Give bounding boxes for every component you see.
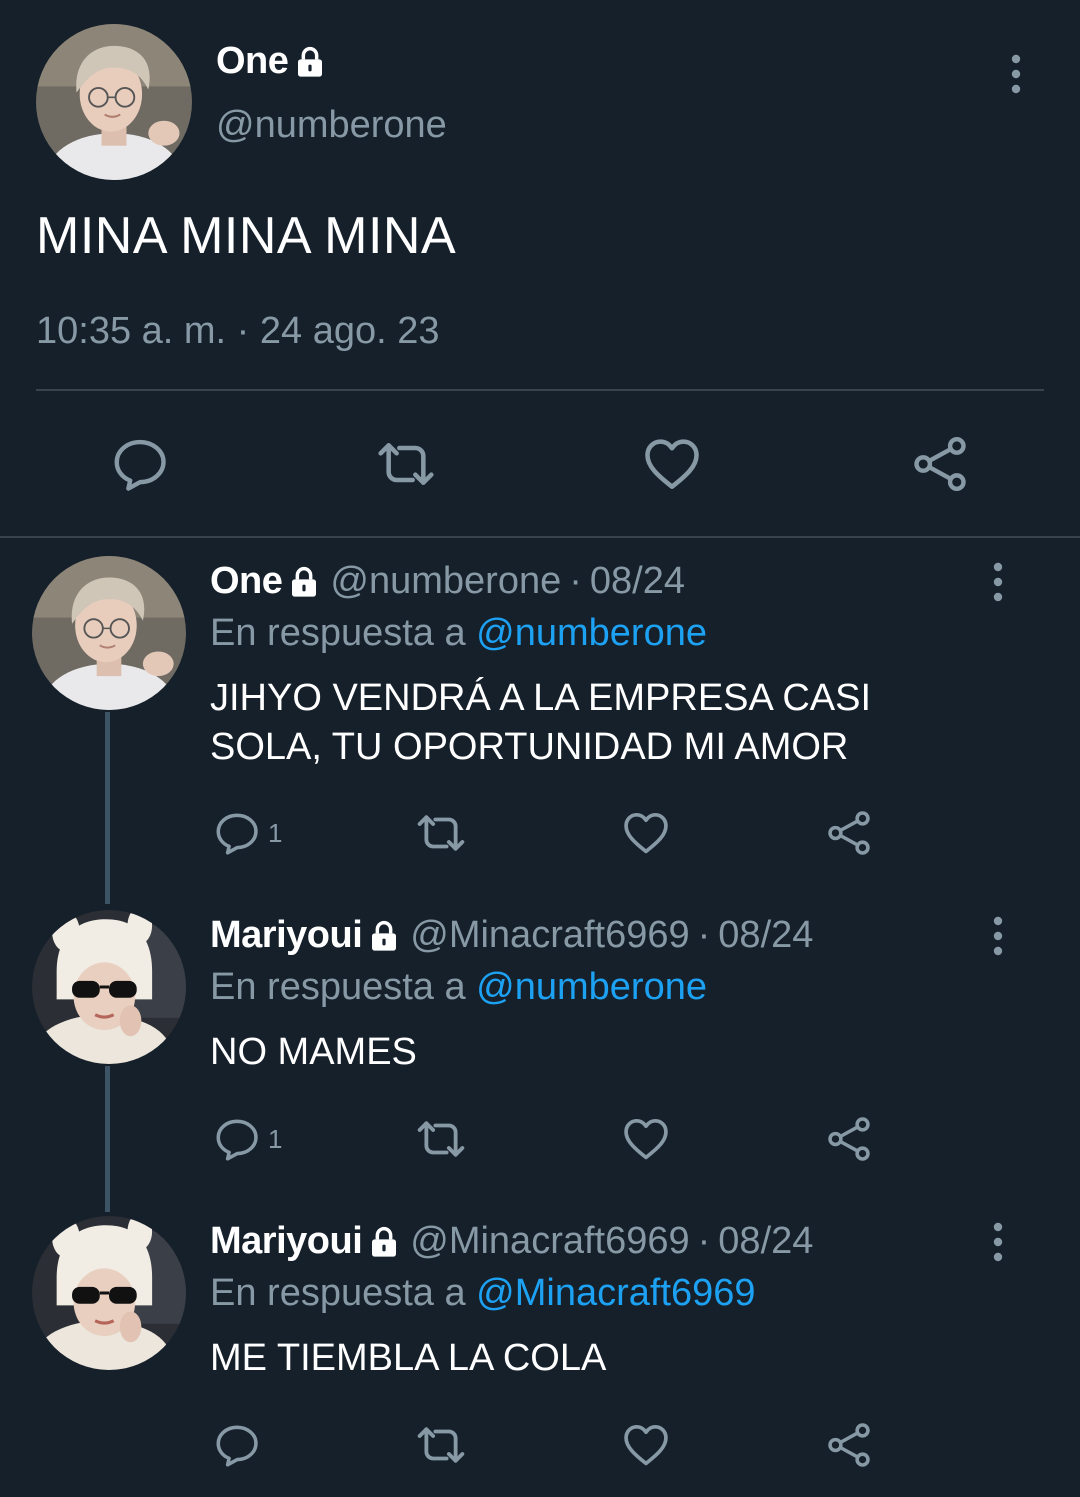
avatar-image [32, 910, 186, 1064]
reply-context: En respuesta a @numberone [210, 612, 707, 655]
reply-context: En respuesta a @Minacraft6969 [210, 1272, 756, 1315]
more-vertical-icon [992, 1222, 1004, 1262]
author-name-label: One [216, 40, 289, 82]
reply-button[interactable] [108, 432, 172, 496]
tweet-text: MINA MINA MINA [36, 207, 457, 265]
reply-icon [212, 1114, 262, 1164]
author-handle[interactable]: @numberone [216, 104, 447, 147]
avatar[interactable] [32, 910, 186, 1064]
reply-prefix: En respuesta a [210, 966, 466, 1008]
main-tweet: One @numberone MINA MINA MINA 10:35 a. m… [0, 0, 1080, 538]
reply-date[interactable]: 08/24 [718, 914, 813, 957]
reply-count: 1 [268, 817, 283, 848]
share-icon [824, 1114, 874, 1164]
share-icon [824, 808, 874, 858]
reply-button[interactable] [212, 1420, 268, 1470]
author-name[interactable]: Mariyoui [210, 1220, 363, 1263]
separator: · [569, 560, 582, 602]
like-icon [620, 807, 672, 859]
retweet-button[interactable] [414, 1114, 468, 1164]
reply-icon [212, 1420, 262, 1470]
tweet-timestamp[interactable]: 10:35 a. m. · 24 ago. 23 [36, 310, 440, 353]
reply-text: JIHYO VENDRÁ A LA EMPRESA CASI SOLA, TU … [210, 677, 872, 768]
retweet-icon [414, 806, 468, 860]
divider [36, 389, 1044, 391]
like-button[interactable] [620, 1420, 672, 1470]
avatar[interactable] [32, 1216, 186, 1370]
reply-date[interactable]: 08/24 [718, 1220, 813, 1263]
reply-header: One @numberone · 08/24 [210, 560, 685, 603]
more-vertical-icon [992, 916, 1004, 956]
like-button[interactable] [640, 432, 704, 496]
share-icon [824, 1420, 874, 1470]
more-options-button[interactable] [978, 552, 1018, 612]
retweet-button[interactable] [414, 808, 468, 858]
thread-line [105, 712, 110, 904]
retweet-icon [374, 431, 438, 497]
author-handle[interactable]: @Minacraft6969 [410, 914, 689, 957]
like-icon [620, 1419, 672, 1471]
reply-button[interactable]: 1 [212, 1114, 282, 1164]
reply-context: En respuesta a @numberone [210, 966, 707, 1009]
retweet-icon [414, 1418, 468, 1472]
reply-text: NO MAMES [210, 1031, 417, 1073]
mention-link[interactable]: @numberone [476, 612, 707, 654]
author-handle[interactable]: @Minacraft6969 [410, 1220, 689, 1263]
reply-date[interactable]: 08/24 [590, 560, 685, 603]
reply-prefix: En respuesta a [210, 1272, 466, 1314]
like-icon [620, 1113, 672, 1165]
retweet-button[interactable] [374, 432, 438, 496]
more-vertical-icon [1010, 54, 1022, 94]
like-button[interactable] [620, 1114, 672, 1164]
reply-count: 1 [268, 1123, 283, 1154]
avatar-image [32, 1216, 186, 1370]
reply-header: Mariyoui @Minacraft6969 · 08/24 [210, 1220, 813, 1263]
avatar[interactable] [32, 556, 186, 710]
reply-icon [212, 808, 262, 858]
retweet-icon [414, 1112, 468, 1166]
lock-icon [288, 566, 320, 598]
reply-button[interactable]: 1 [212, 808, 282, 858]
thread-line [105, 1066, 110, 1212]
author-handle[interactable]: @numberone [330, 560, 561, 603]
avatar-image [32, 556, 186, 710]
mention-link[interactable]: @Minacraft6969 [476, 1272, 755, 1314]
tweet-actions [0, 420, 1080, 506]
reply-header: Mariyoui @Minacraft6969 · 08/24 [210, 914, 813, 957]
reply-prefix: En respuesta a [210, 612, 466, 654]
avatar[interactable] [36, 24, 192, 180]
separator: · [697, 1220, 711, 1262]
author-name[interactable]: One [216, 40, 326, 83]
share-button[interactable] [908, 432, 972, 496]
reply-icon [109, 433, 171, 495]
avatar-image [36, 24, 192, 180]
retweet-button[interactable] [414, 1420, 468, 1470]
more-options-button[interactable] [996, 44, 1036, 104]
share-icon [909, 433, 971, 495]
reply-text: ME TIEMBLA LA COLA [210, 1337, 607, 1379]
author-name[interactable]: One [210, 560, 283, 603]
more-vertical-icon [992, 562, 1004, 602]
lock-icon [368, 920, 400, 952]
lock-icon [368, 1226, 400, 1258]
mention-link[interactable]: @numberone [476, 966, 707, 1008]
like-button[interactable] [620, 808, 672, 858]
lock-icon [294, 46, 326, 78]
share-button[interactable] [824, 1420, 874, 1470]
separator: · [697, 914, 711, 956]
more-options-button[interactable] [978, 906, 1018, 966]
author-name[interactable]: Mariyoui [210, 914, 363, 957]
share-button[interactable] [824, 1114, 874, 1164]
like-icon [640, 432, 704, 496]
share-button[interactable] [824, 808, 874, 858]
more-options-button[interactable] [978, 1212, 1018, 1272]
